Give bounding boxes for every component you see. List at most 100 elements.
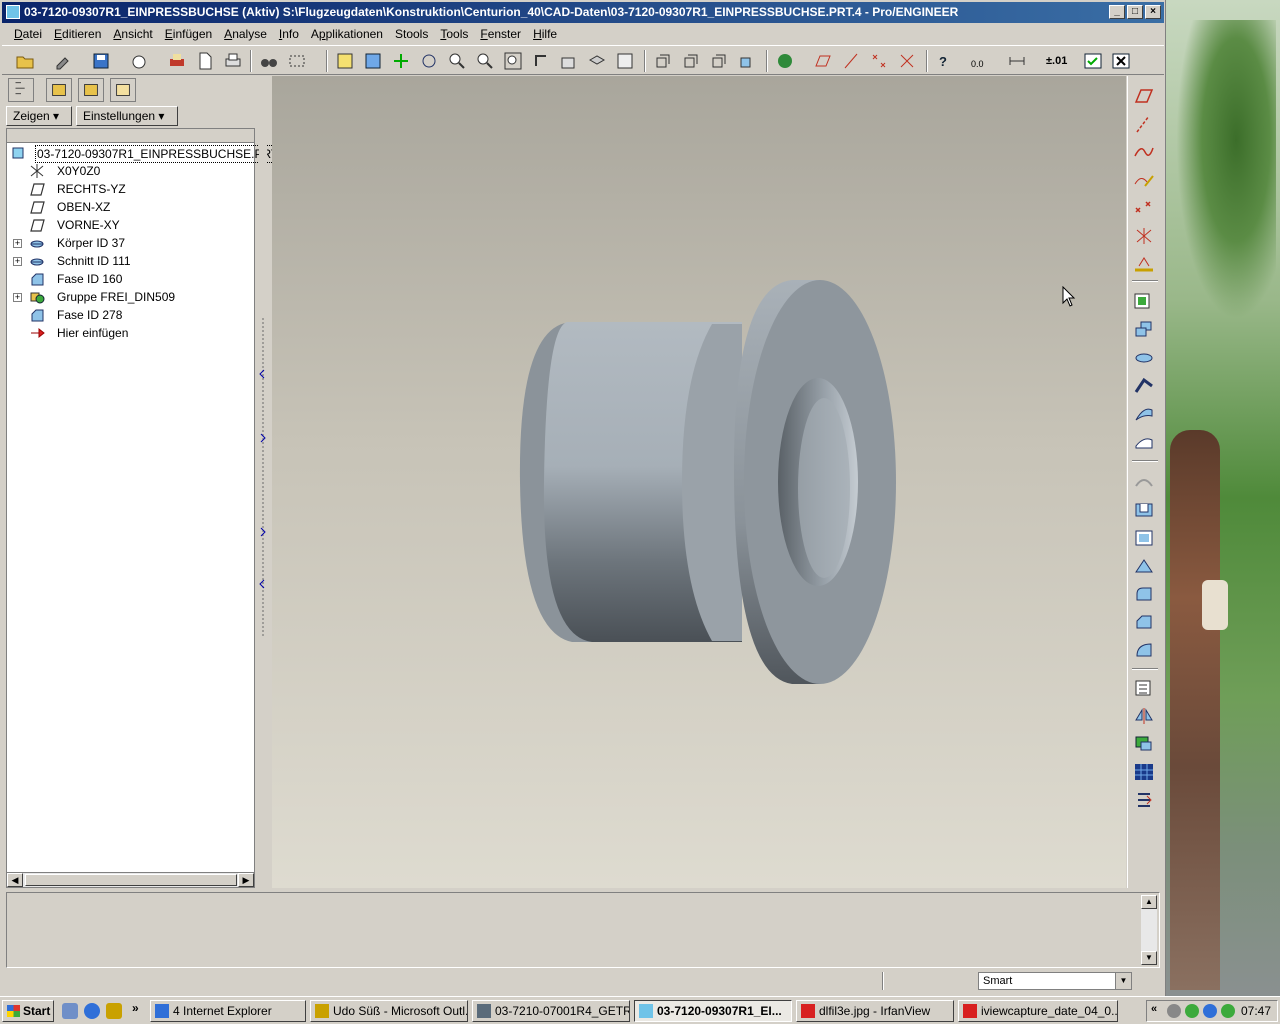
- globe-icon[interactable]: [776, 52, 794, 70]
- datum-axis-display-icon[interactable]: [842, 52, 860, 70]
- reorient-icon[interactable]: [532, 52, 550, 70]
- favorites-tab-icon[interactable]: [78, 78, 104, 102]
- copy-feature-icon[interactable]: [1133, 320, 1155, 340]
- edge-round-tool-icon[interactable]: [1133, 640, 1155, 660]
- pattern-tool-icon[interactable]: [1133, 678, 1155, 698]
- settings-menu-button[interactable]: Einstellungen ▾: [76, 106, 178, 126]
- rib-tool-icon[interactable]: [1133, 528, 1155, 548]
- select-box-icon[interactable]: [288, 52, 306, 70]
- maximize-button[interactable]: □: [1127, 5, 1143, 19]
- menu-item[interactable]: Stools: [389, 24, 434, 44]
- confirm-icon[interactable]: [1084, 52, 1102, 70]
- feature-operations-icon[interactable]: [1133, 790, 1155, 810]
- no-hidden-icon[interactable]: [710, 52, 728, 70]
- tree-item[interactable]: + Körper ID 37: [7, 234, 254, 252]
- datum-curve-tool-icon[interactable]: [1133, 142, 1155, 162]
- panel-splitter[interactable]: [257, 78, 269, 888]
- quicklaunch-more-icon[interactable]: »: [132, 1001, 139, 1015]
- close-button[interactable]: ×: [1145, 5, 1161, 19]
- chevron-down-icon[interactable]: ▼: [1115, 973, 1131, 989]
- expand-icon[interactable]: +: [13, 293, 22, 302]
- regenerate-icon[interactable]: [54, 52, 72, 70]
- scroll-down-icon[interactable]: ▼: [1141, 951, 1157, 965]
- expand-icon[interactable]: +: [13, 257, 22, 266]
- taskbar-clock[interactable]: 07:47: [1241, 1001, 1271, 1021]
- tree-root-part[interactable]: 03-7120-09307R1_EINPRESSBUCHSE.PRT: [7, 144, 281, 163]
- expand-icon[interactable]: +: [13, 239, 22, 248]
- trim-tool-icon[interactable]: [1133, 762, 1155, 782]
- hole-tool-icon[interactable]: [1133, 472, 1155, 492]
- binoculars-icon[interactable]: [260, 52, 278, 70]
- chamfer-tool-icon[interactable]: [1133, 612, 1155, 632]
- graphics-viewport[interactable]: [272, 76, 1126, 888]
- tray-expand-icon[interactable]: «: [1151, 1003, 1157, 1015]
- taskbar-task[interactable]: Udo Süß - Microsoft Outl...: [310, 1000, 468, 1022]
- menu-item[interactable]: Datei: [8, 24, 48, 44]
- refit-icon[interactable]: [504, 52, 522, 70]
- menu-item[interactable]: Info: [273, 24, 305, 44]
- zoom-in-icon[interactable]: [448, 52, 466, 70]
- connections-tab-icon[interactable]: [110, 78, 136, 102]
- menu-item[interactable]: Einfügen: [159, 24, 218, 44]
- mirror-tool-icon[interactable]: [1133, 706, 1155, 726]
- analysis-tool-icon[interactable]: [1133, 254, 1155, 274]
- wireframe-icon[interactable]: [654, 52, 672, 70]
- start-button[interactable]: Start: [2, 1000, 54, 1022]
- sweep-tool-icon[interactable]: [1133, 376, 1155, 396]
- repaint-icon[interactable]: [336, 52, 354, 70]
- folder-browser-tab-icon[interactable]: [46, 78, 72, 102]
- tree-horizontal-scrollbar[interactable]: ◀ ▶: [6, 872, 255, 888]
- selection-filter-select[interactable]: Smart ▼: [978, 972, 1132, 990]
- tree-item[interactable]: RECHTS-YZ: [7, 180, 254, 198]
- save-icon[interactable]: [92, 52, 110, 70]
- menu-item[interactable]: Fenster: [474, 24, 527, 44]
- taskbar-task[interactable]: 03-7120-09307R1_EI...: [634, 1000, 792, 1022]
- datum-plane-display-icon[interactable]: [814, 52, 832, 70]
- dimension-value-icon[interactable]: 0.0: [970, 52, 988, 70]
- csys-tool-icon[interactable]: [1133, 226, 1155, 246]
- tree-item[interactable]: Hier einfügen: [7, 324, 254, 342]
- context-help-icon[interactable]: ?: [936, 52, 954, 70]
- menu-item[interactable]: Applikationen: [305, 24, 389, 44]
- tray-volume-icon[interactable]: [1167, 1004, 1181, 1018]
- round-tool-icon[interactable]: [1133, 584, 1155, 604]
- tree-item[interactable]: OBEN-XZ: [7, 198, 254, 216]
- surface-tool-icon[interactable]: [1133, 432, 1155, 452]
- menu-item[interactable]: Ansicht: [107, 24, 158, 44]
- revolve-tool-icon[interactable]: [1133, 348, 1155, 368]
- precision-label[interactable]: ±.01: [1046, 52, 1072, 70]
- shading-icon[interactable]: [738, 52, 756, 70]
- scroll-thumb[interactable]: [25, 874, 237, 886]
- insert-group-icon[interactable]: [1133, 292, 1155, 312]
- datum-plane-tool-icon[interactable]: [1133, 86, 1155, 106]
- tree-item[interactable]: VORNE-XY: [7, 216, 254, 234]
- sketch-tool-icon[interactable]: [1133, 170, 1155, 190]
- tray-security-icon[interactable]: [1203, 1004, 1217, 1018]
- datum-axis-tool-icon[interactable]: [1133, 114, 1155, 134]
- scroll-up-icon[interactable]: ▲: [1141, 895, 1157, 909]
- printer-icon[interactable]: [224, 52, 242, 70]
- zoom-out-icon[interactable]: [476, 52, 494, 70]
- taskbar-task[interactable]: 03-7210-07001R4_GETR...: [472, 1000, 630, 1022]
- quicklaunch-outlook-icon[interactable]: [106, 1003, 122, 1019]
- blend-tool-icon[interactable]: [1133, 404, 1155, 424]
- quicklaunch-ie-icon[interactable]: [84, 1003, 100, 1019]
- shell-tool-icon[interactable]: [1133, 500, 1155, 520]
- datum-point-tool-icon[interactable]: [1133, 198, 1155, 218]
- csys-display-icon[interactable]: [898, 52, 916, 70]
- tree-item[interactable]: Fase ID 160: [7, 270, 254, 288]
- hidden-line-icon[interactable]: [682, 52, 700, 70]
- measure-icon[interactable]: [1008, 52, 1026, 70]
- open-folder-icon[interactable]: [16, 52, 34, 70]
- message-scrollbar[interactable]: ▲ ▼: [1141, 895, 1157, 965]
- tree-item[interactable]: X0Y0Z0: [7, 162, 254, 180]
- tree-item[interactable]: + Schnitt ID 111: [7, 252, 254, 270]
- view-manager-icon[interactable]: [560, 52, 578, 70]
- merge-tool-icon[interactable]: [1133, 734, 1155, 754]
- spin-center-icon[interactable]: [392, 52, 410, 70]
- saved-views-icon[interactable]: [616, 52, 634, 70]
- scroll-right-icon[interactable]: ▶: [238, 873, 254, 887]
- tray-network-icon[interactable]: [1185, 1004, 1199, 1018]
- menu-item[interactable]: Hilfe: [527, 24, 563, 44]
- show-menu-button[interactable]: Zeigen ▾: [6, 106, 72, 126]
